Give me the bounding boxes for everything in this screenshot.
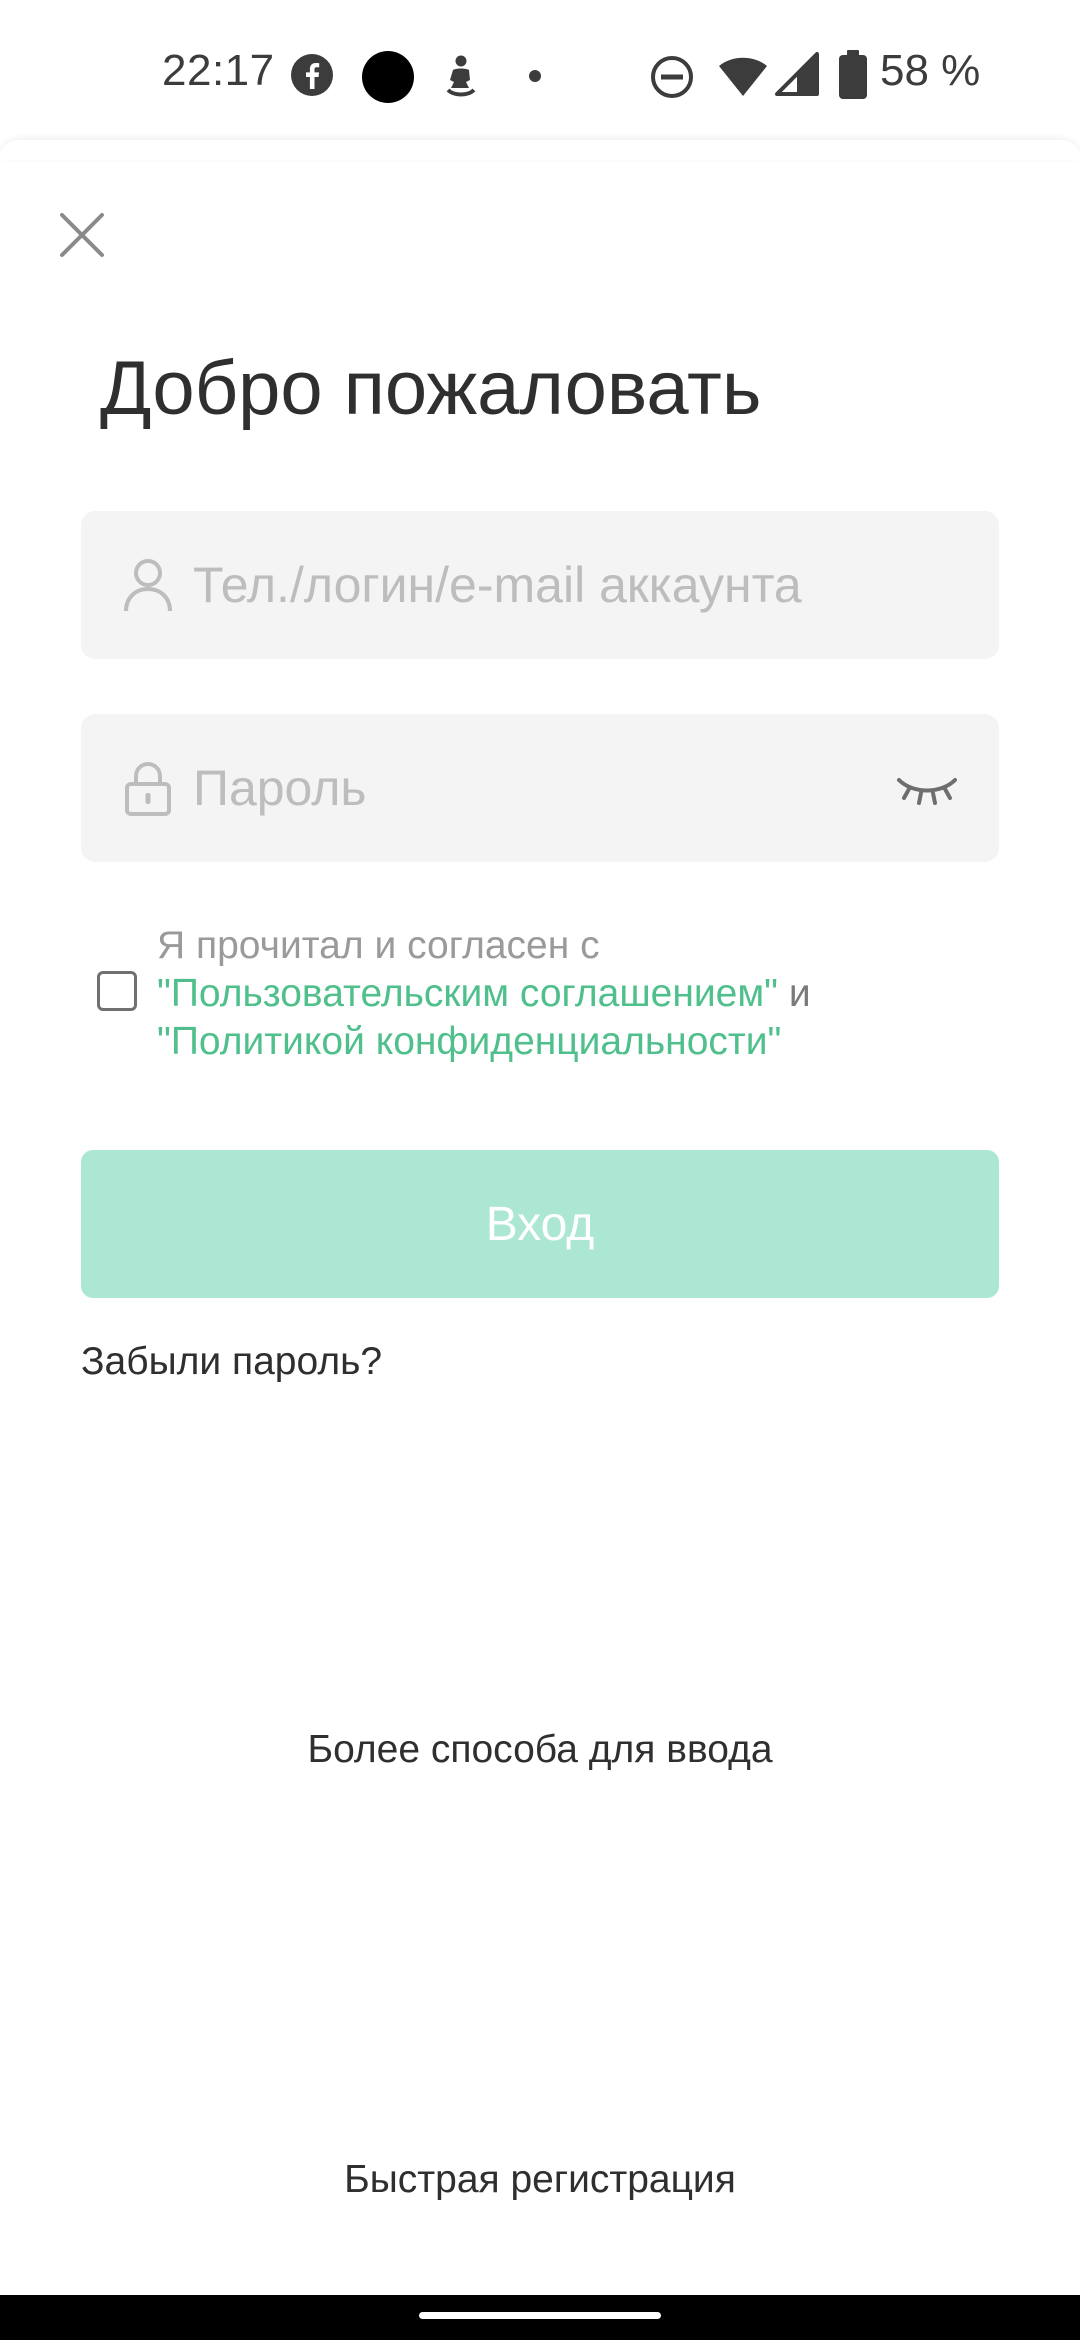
page-title: Добро пожаловать	[100, 346, 762, 431]
agreement-prefix: Я прочитал и согласен с	[157, 924, 600, 967]
battery-icon	[839, 50, 867, 99]
user-icon	[124, 559, 172, 612]
figure-notification-icon	[446, 55, 476, 97]
agreement-checkbox[interactable]	[97, 971, 137, 1011]
more-login-methods-link[interactable]: Более способа для ввода	[0, 1728, 1080, 1772]
sheet-top-edge	[0, 140, 1080, 160]
signal-icon	[775, 52, 819, 96]
login-screen: 22:17 58 % Добро пожаловать Тел./логин/e…	[0, 0, 1080, 2340]
close-icon	[60, 213, 104, 257]
username-field[interactable]	[81, 511, 999, 659]
facebook-icon	[291, 54, 333, 96]
password-visibility-toggle[interactable]	[895, 768, 959, 808]
eye-closed-icon	[897, 778, 957, 805]
navigation-bar	[0, 2295, 1080, 2340]
password-field[interactable]	[81, 714, 999, 862]
status-bar: 22:17 58 %	[0, 0, 1080, 145]
circle-notification-icon	[362, 51, 414, 103]
wifi-icon	[719, 57, 767, 96]
user-agreement-link[interactable]: "Пользовательским соглашением"	[157, 972, 778, 1015]
do-not-disturb-icon	[651, 56, 693, 98]
quick-register-link[interactable]: Быстрая регистрация	[0, 2158, 1080, 2202]
dot-icon	[529, 70, 541, 82]
password-input[interactable]	[193, 714, 953, 862]
home-gesture-handle[interactable]	[419, 2312, 661, 2319]
status-time: 22:17	[162, 46, 275, 95]
agreement-conjunction: и	[788, 972, 811, 1015]
close-button[interactable]	[52, 205, 112, 265]
privacy-policy-link[interactable]: "Политикой конфиденциальности"	[157, 1020, 781, 1063]
username-input[interactable]	[193, 511, 953, 659]
battery-percentage: 58 %	[880, 46, 981, 95]
agreement-text: Я прочитал и согласен с "Пользовательски…	[157, 922, 997, 1066]
lock-icon	[125, 762, 171, 816]
login-button[interactable]: Вход	[81, 1150, 999, 1298]
forgot-password-link[interactable]: Забыли пароль?	[81, 1340, 382, 1384]
